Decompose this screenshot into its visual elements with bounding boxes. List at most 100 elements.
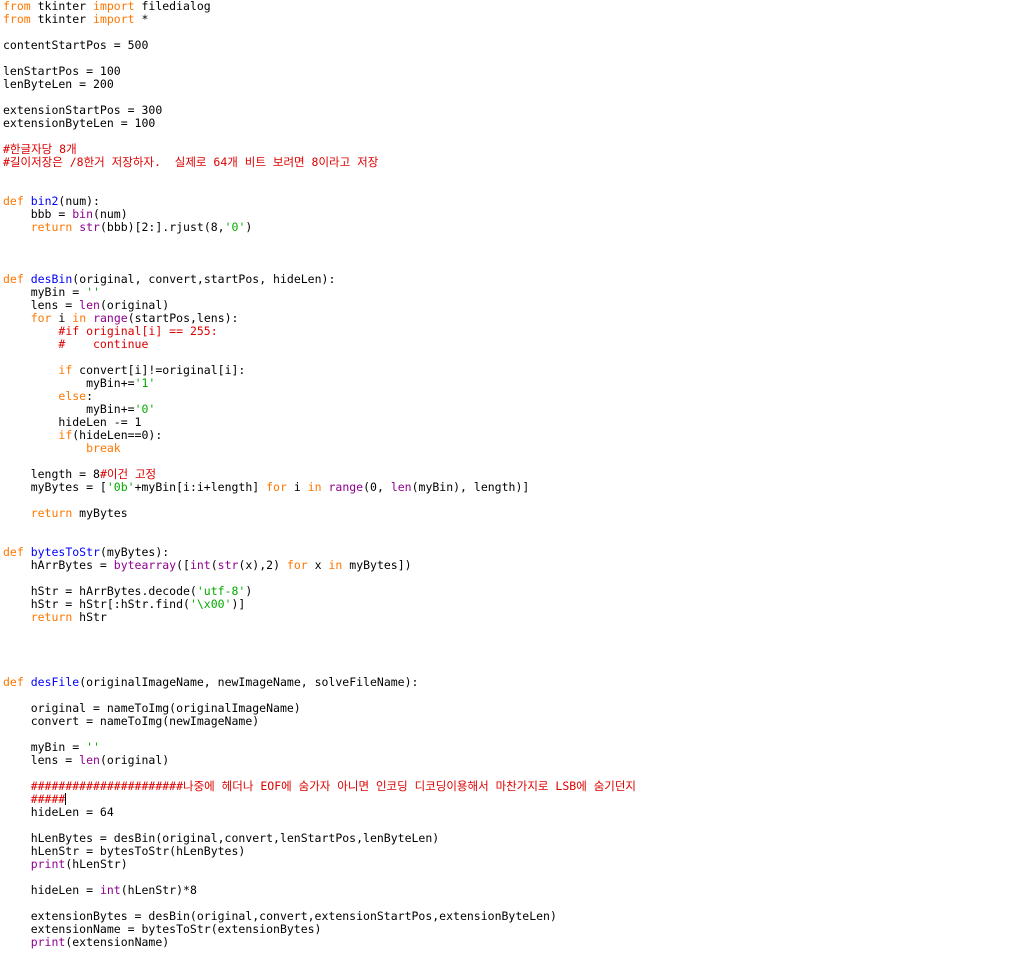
code-line[interactable] bbox=[3, 169, 636, 182]
code-line[interactable]: hArrBytes = bytearray([int(str(x),2) for… bbox=[3, 559, 636, 572]
code-token: (hideLen==0): bbox=[72, 428, 163, 442]
code-line[interactable]: myBytes = ['0b'+myBin[i:i+length] for i … bbox=[3, 481, 636, 494]
code-line[interactable]: hideLen = 64 bbox=[3, 806, 636, 819]
code-line[interactable]: extensionByteLen = 100 bbox=[3, 117, 636, 130]
code-token: extensionBytes = desBin(original,convert… bbox=[3, 909, 557, 923]
code-token: i bbox=[51, 311, 73, 325]
code-line[interactable]: from tkinter import * bbox=[3, 13, 636, 26]
code-token: len bbox=[79, 298, 100, 312]
code-token: def bbox=[3, 272, 24, 286]
code-token: 'utf-8' bbox=[196, 584, 246, 598]
code-line[interactable]: myBin+='1' bbox=[3, 377, 636, 390]
code-line[interactable] bbox=[3, 130, 636, 143]
code-token: if bbox=[58, 428, 73, 442]
code-token: return bbox=[30, 506, 73, 520]
code-token: (hLenStr)*8 bbox=[120, 883, 197, 897]
code-token: bin bbox=[72, 207, 94, 221]
code-line[interactable]: #길이저장은 /8한거 저장하자. 실제로 64개 비트 보려면 8이라고 저장 bbox=[3, 156, 636, 169]
code-token: myBytes bbox=[72, 506, 128, 520]
code-token: ######################나중에 헤더나 EOF에 숨가자 아… bbox=[30, 779, 637, 793]
code-token: convert = nameToImg(newImageName) bbox=[3, 714, 260, 728]
code-line[interactable] bbox=[3, 234, 636, 247]
code-line[interactable]: convert = nameToImg(newImageName) bbox=[3, 715, 636, 728]
code-token: len bbox=[390, 480, 412, 494]
code-line[interactable]: break bbox=[3, 442, 636, 455]
code-token: break bbox=[86, 441, 121, 455]
code-text-area[interactable]: from tkinter import filedialog from tkint… bbox=[3, 0, 636, 949]
code-token: in bbox=[307, 480, 322, 494]
code-token: #한글자당 8개 bbox=[3, 142, 77, 156]
code-line[interactable]: lens = len(original) bbox=[3, 754, 636, 767]
code-token: (hLenStr) bbox=[65, 857, 128, 871]
code-line[interactable]: ######################나중에 헤더나 EOF에 숨가자 아… bbox=[3, 780, 636, 793]
code-token: return bbox=[30, 610, 73, 624]
code-token: : bbox=[86, 389, 94, 403]
code-line[interactable] bbox=[3, 637, 636, 650]
code-token: str bbox=[217, 558, 239, 572]
code-token: lens = bbox=[3, 753, 80, 767]
code-token: int bbox=[99, 883, 121, 897]
code-token: extensionName = bytesToStr(extensionByte… bbox=[3, 922, 322, 936]
code-line[interactable]: hideLen = int(hLenStr)*8 bbox=[3, 884, 636, 897]
code-token: '' bbox=[86, 285, 100, 299]
code-token: '1' bbox=[134, 376, 156, 390]
code-line[interactable]: def desFile(originalImageName, newImageN… bbox=[3, 676, 636, 689]
code-token: #if original[i] == 255: bbox=[58, 324, 218, 338]
code-line[interactable] bbox=[3, 650, 636, 663]
code-line[interactable]: return str(bbb)[2:].rjust(8,'0') bbox=[3, 221, 636, 234]
code-token: myBin+= bbox=[3, 402, 135, 416]
code-token: extensionByteLen = 100 bbox=[3, 116, 156, 130]
code-token: (0, bbox=[363, 480, 391, 494]
code-token: myBin = bbox=[3, 285, 87, 299]
code-line[interactable] bbox=[3, 520, 636, 533]
code-token: str bbox=[79, 220, 100, 234]
code-token: if bbox=[58, 363, 73, 377]
code-line[interactable]: print(extensionName) bbox=[3, 936, 636, 949]
code-line[interactable] bbox=[3, 624, 636, 637]
code-token: lenByteLen = 200 bbox=[3, 77, 114, 91]
code-token: convert[i]!=original[i]: bbox=[72, 363, 246, 377]
code-line[interactable]: # continue bbox=[3, 338, 636, 351]
code-token: contentStartPos = 500 bbox=[3, 38, 149, 52]
code-line[interactable]: return hStr bbox=[3, 611, 636, 624]
code-line[interactable]: lenByteLen = 200 bbox=[3, 78, 636, 91]
code-token: hLenBytes = desBin(original,convert,lenS… bbox=[3, 831, 440, 845]
code-token: '' bbox=[86, 740, 100, 754]
code-line[interactable] bbox=[3, 247, 636, 260]
code-line[interactable]: contentStartPos = 500 bbox=[3, 39, 636, 52]
code-token: int bbox=[189, 558, 211, 572]
code-line[interactable]: return myBytes bbox=[3, 507, 636, 520]
code-token: bbb = bbox=[3, 207, 73, 221]
code-token: '0' bbox=[134, 402, 156, 416]
code-token: in bbox=[72, 311, 87, 325]
code-token: desBin bbox=[30, 272, 73, 286]
code-line[interactable]: print(hLenStr) bbox=[3, 858, 636, 871]
code-token: '0' bbox=[224, 220, 246, 234]
code-token: hArrBytes = bbox=[3, 558, 114, 572]
code-token: myBin+= bbox=[3, 376, 135, 390]
code-editor[interactable]: from tkinter import filedialog from tkint… bbox=[0, 0, 1033, 956]
code-token: (num): bbox=[58, 194, 100, 208]
code-token: hLenStr = bytesToStr(hLenBytes) bbox=[3, 844, 246, 858]
code-token: bytesToStr bbox=[30, 545, 100, 559]
code-token: '0b' bbox=[106, 480, 135, 494]
code-token: ) bbox=[245, 220, 253, 234]
code-token: (x),2) bbox=[238, 558, 287, 572]
code-token: def bbox=[3, 194, 24, 208]
code-token: # continue bbox=[58, 337, 149, 351]
code-token: +myBin[i:i+length] bbox=[134, 480, 267, 494]
code-token: original = nameToImg(originalImageName) bbox=[3, 701, 301, 715]
code-token: for bbox=[266, 480, 287, 494]
code-token: #길이저장은 /8한거 저장하자. 실제로 64개 비트 보려면 8이라고 저장 bbox=[3, 155, 379, 169]
